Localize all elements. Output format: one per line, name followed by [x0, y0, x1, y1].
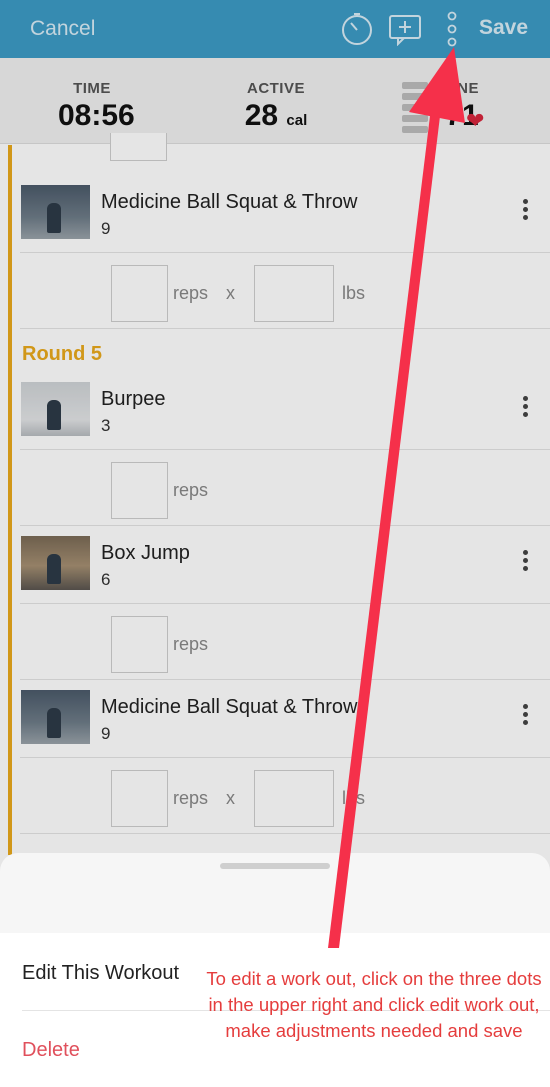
zone-bars-icon	[402, 82, 428, 137]
input-row: reps x lbs	[20, 758, 550, 834]
exercise-name: Medicine Ball Squat & Throw	[101, 696, 358, 718]
exercise-name: Medicine Ball Squat & Throw	[101, 191, 358, 213]
input-row: reps	[20, 450, 550, 526]
exercise-thumbnail	[21, 185, 90, 239]
reps-label: reps	[173, 634, 209, 654]
reps-label: reps	[173, 480, 209, 500]
sheet-grabber[interactable]	[220, 863, 330, 869]
more-vertical-icon[interactable]	[445, 11, 459, 52]
exercise-row[interactable]: Medicine Ball Squat & Throw 9	[20, 680, 550, 758]
exercise-name: Box Jump	[101, 542, 190, 564]
reps-label: reps	[173, 283, 209, 303]
time-label: TIME	[73, 80, 111, 97]
exercise-count: 9	[101, 219, 111, 238]
times-label: x	[226, 788, 235, 808]
active-value: 28	[244, 99, 279, 132]
cancel-button[interactable]: Cancel	[30, 17, 95, 41]
exercise-more-icon[interactable]	[523, 199, 529, 223]
reps-label: reps	[173, 788, 209, 808]
reps-input[interactable]	[111, 265, 168, 322]
weight-input[interactable]	[254, 265, 334, 322]
zone-label: ONE	[444, 80, 479, 97]
active-value-row: 28 cal	[236, 99, 316, 133]
exercise-row[interactable]: Box Jump 6	[20, 526, 550, 604]
exercise-more-icon[interactable]	[523, 396, 529, 420]
reps-input[interactable]	[111, 770, 168, 827]
timer-icon[interactable]	[340, 12, 374, 51]
input-row: reps x lbs	[20, 253, 550, 329]
reps-input-partial[interactable]	[110, 133, 167, 161]
exercise-count: 6	[101, 570, 111, 589]
input-row: reps	[20, 604, 550, 680]
reps-input[interactable]	[111, 462, 168, 519]
time-stat: TIME 08:56	[58, 80, 135, 133]
heart-icon: ❤	[466, 108, 485, 133]
navbar: Cancel Save	[0, 0, 550, 58]
exercise-thumbnail	[21, 690, 90, 744]
exercise-count: 9	[101, 724, 111, 743]
exercise-thumbnail	[21, 536, 90, 590]
lbs-label: lbs	[342, 788, 366, 808]
lbs-label: lbs	[342, 283, 366, 303]
exercise-row[interactable]: Medicine Ball Squat & Throw 9	[20, 175, 550, 253]
time-value: 08:56	[58, 99, 135, 132]
delete-option[interactable]: Delete	[22, 1039, 80, 1062]
times-label: x	[226, 283, 235, 303]
edit-workout-option[interactable]: Edit This Workout	[22, 962, 179, 985]
round-title: Round 5	[22, 343, 102, 365]
workout-stats-header: TIME 08:56 ACTIVE 28 cal ONE 71 ❤	[0, 58, 550, 144]
reps-input[interactable]	[111, 616, 168, 673]
exercise-more-icon[interactable]	[523, 704, 529, 728]
exercise-thumbnail	[21, 382, 90, 436]
add-comment-icon[interactable]	[388, 12, 424, 51]
exercise-name: Burpee	[101, 388, 166, 410]
active-unit: cal	[286, 112, 308, 129]
active-stat: ACTIVE 28 cal	[236, 80, 316, 133]
active-label: ACTIVE	[246, 80, 305, 97]
exercise-count: 3	[101, 416, 111, 435]
exercise-row[interactable]: Burpee 3	[20, 372, 550, 450]
save-button[interactable]: Save	[479, 16, 528, 40]
exercise-more-icon[interactable]	[523, 550, 529, 574]
round-indicator-rail	[8, 145, 12, 855]
weight-input[interactable]	[254, 770, 334, 827]
annotation-note: To edit a work out, click on the three d…	[206, 968, 542, 1041]
